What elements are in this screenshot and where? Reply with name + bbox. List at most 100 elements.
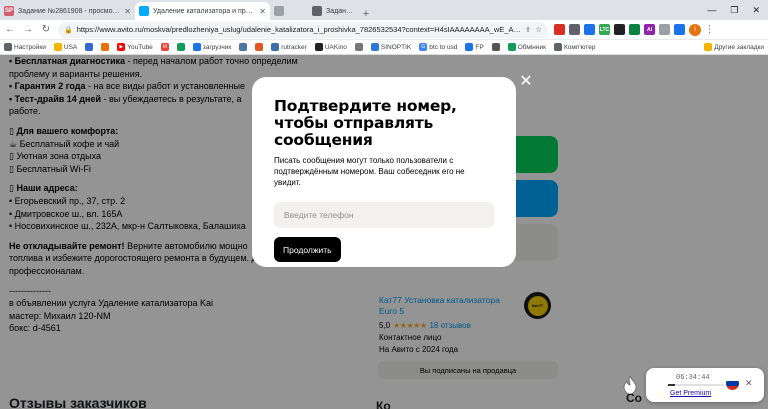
bookmark-star-icon[interactable]: ☆	[535, 25, 542, 34]
fire-icon[interactable]	[623, 376, 637, 394]
tab-favicon-icon	[274, 6, 284, 16]
flag-extension-icon[interactable]	[554, 24, 565, 35]
tab-title: Удаление катализатора и прошив	[153, 7, 257, 15]
ai-extension-icon[interactable]: AI	[644, 24, 655, 35]
tab-strip: SP Задание №2861908 - просмотр з ✕ Удале…	[0, 0, 768, 20]
rutracker-icon	[271, 43, 280, 51]
sidebar-icon[interactable]	[674, 24, 685, 35]
get-premium-link[interactable]: Get Premium	[670, 390, 711, 397]
bookmark-label: SINOPTIK	[380, 43, 412, 51]
russia-flag-icon[interactable]	[726, 377, 739, 390]
tab-0[interactable]: SP Задание №2861908 - просмотр з ✕	[0, 2, 135, 20]
bookmarks-bar: Настройки USA ▶ YouTube M загрузчик rutra…	[0, 40, 768, 55]
reload-icon[interactable]: ↻	[40, 24, 52, 35]
tab-1[interactable]: Удаление катализатора и прошив ✕	[135, 2, 270, 20]
profile-avatar-icon[interactable]: i	[689, 23, 701, 36]
tab-3[interactable]: Задание №	[308, 2, 358, 20]
address-bar[interactable]: 🔒 https://www.avito.ru/moskva/predlozhen…	[58, 21, 548, 38]
bookmark-item[interactable]: Комп'ютер	[553, 43, 596, 51]
browser-toolbar: ← → ↻ 🔒 https://www.avito.ru/moskva/pred…	[0, 20, 768, 40]
bookmark-item[interactable]	[101, 43, 110, 51]
tab-title: Задание №	[326, 7, 354, 15]
computer-icon	[553, 43, 562, 51]
bookmark-label: YouTube	[127, 43, 153, 51]
bookmark-label: Комп'ютер	[563, 43, 596, 51]
bookmark-item[interactable]: Обмінник	[507, 43, 546, 51]
bookmark-item[interactable]	[255, 43, 264, 51]
minimize-icon[interactable]: —	[707, 5, 716, 16]
square-icon	[354, 43, 363, 51]
other-bookmarks[interactable]: Другие закладки	[704, 43, 764, 51]
square-icon	[255, 43, 264, 51]
continue-button[interactable]: Продолжить	[274, 237, 341, 262]
bookmark-label: rutracker	[281, 43, 307, 51]
lock-icon: 🔒	[64, 26, 73, 34]
close-icon[interactable]: ✕	[519, 74, 533, 90]
bookmark-item[interactable]	[491, 43, 500, 51]
bookmark-item[interactable]: USA	[53, 43, 78, 51]
widget-close-icon[interactable]: ✕	[745, 378, 753, 389]
phone-input[interactable]	[274, 202, 494, 228]
square-icon	[491, 43, 500, 51]
window-close-icon[interactable]: ✕	[752, 5, 760, 16]
bookmark-item[interactable]: Настройки	[4, 43, 46, 51]
bookmark-label: Обмінник	[517, 43, 546, 51]
bookmark-label: UAKino	[324, 43, 347, 51]
bookmark-item[interactable]: FP	[465, 43, 484, 51]
tab-title: Задание №2861908 - просмотр з	[18, 7, 122, 15]
weather-icon	[370, 43, 379, 51]
tab-favicon-icon: SP	[4, 6, 14, 16]
modal-description: Писать сообщения могут только пользовате…	[274, 156, 465, 187]
timer-progress	[668, 384, 724, 386]
bookmark-label: Настройки	[14, 43, 46, 51]
tab-close-icon[interactable]: ✕	[259, 7, 266, 16]
url-text: https://www.avito.ru/moskva/predlozheniy…	[76, 25, 521, 34]
gmail-icon: M	[160, 43, 169, 51]
bookmark-label: Другие закладки	[714, 43, 764, 51]
timer-widget: 06:34:44 Get Premium ✕	[646, 368, 764, 402]
bookmark-item[interactable]: ▶ YouTube	[117, 43, 153, 51]
bookmark-label: USA	[63, 43, 78, 51]
menu-icon[interactable]: ⋮	[705, 24, 714, 35]
square-icon	[314, 43, 323, 51]
bookmark-item[interactable]	[85, 43, 94, 51]
forward-icon[interactable]: →	[22, 24, 34, 35]
phone-verification-modal: Подтвердите номер, чтобы отправлять сооб…	[252, 77, 516, 267]
extension-icon[interactable]	[629, 24, 640, 35]
bookmark-label: загрузчик	[202, 43, 232, 51]
modal-title: Подтвердите номер, чтобы отправлять сооб…	[274, 97, 457, 149]
exchange-icon	[507, 43, 516, 51]
bookmark-item[interactable]: rutracker	[271, 43, 307, 51]
bookmark-item[interactable]: загрузчик	[192, 43, 232, 51]
bookmark-item[interactable]	[239, 43, 248, 51]
youtube-icon: ▶	[117, 43, 126, 51]
ltc-extension-icon[interactable]: LTC	[599, 24, 610, 35]
bookmark-label: FP	[475, 43, 484, 51]
download-icon	[192, 43, 201, 51]
share-icon[interactable]: ⇪	[525, 25, 531, 34]
tab-favicon-icon	[312, 6, 322, 16]
bookmark-item[interactable]: SINOPTIK	[370, 43, 412, 51]
extension-icon[interactable]	[569, 24, 580, 35]
timer-time: 06:34:44	[676, 374, 710, 382]
folder-icon	[704, 43, 713, 51]
maximize-icon[interactable]: ❐	[730, 5, 738, 16]
bookmark-item[interactable]	[354, 43, 363, 51]
tab-2[interactable]	[270, 2, 308, 20]
extension-icon[interactable]	[614, 24, 625, 35]
avito-favicon-icon	[139, 6, 149, 16]
bookmark-item[interactable]: UAKino	[314, 43, 347, 51]
bookmark-item[interactable]: Gbtc to usd	[419, 43, 457, 51]
tab-close-icon[interactable]: ✕	[124, 7, 131, 16]
bookmark-label: btc to usd	[429, 43, 458, 51]
window-controls: — ❐ ✕	[699, 5, 768, 20]
extension-icon[interactable]	[584, 24, 595, 35]
puzzle-icon[interactable]	[659, 24, 670, 35]
bookmark-item[interactable]	[176, 43, 185, 51]
square-icon	[239, 43, 248, 51]
back-icon[interactable]: ←	[4, 24, 16, 35]
square-icon	[101, 43, 110, 51]
new-tab-icon[interactable]: +	[358, 8, 374, 20]
drive-icon	[176, 43, 185, 51]
bookmark-item[interactable]: M	[160, 43, 169, 51]
